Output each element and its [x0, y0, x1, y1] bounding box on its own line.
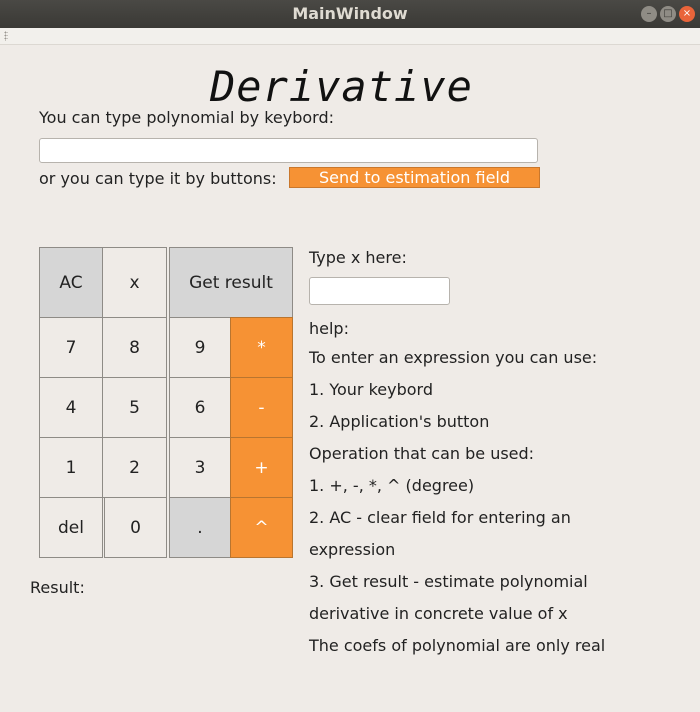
page-title: Derivative: [210, 62, 473, 111]
help-line: Operation that can be used:: [309, 444, 535, 463]
menu-bar: [0, 28, 700, 45]
maximize-icon[interactable]: □: [660, 6, 676, 22]
get-result-button[interactable]: Get result: [169, 247, 293, 318]
multiply-button[interactable]: *: [230, 317, 293, 378]
digit-6-button[interactable]: 6: [169, 377, 231, 438]
help-line: 3. Get result - estimate polynomial: [309, 572, 588, 591]
window-title: MainWindow: [292, 4, 408, 23]
digit-1-button[interactable]: 1: [39, 437, 103, 498]
plus-button[interactable]: +: [230, 437, 293, 498]
minimize-icon[interactable]: –: [641, 6, 657, 22]
send-to-estimation-button[interactable]: Send to estimation field: [289, 167, 540, 188]
digit-9-button[interactable]: 9: [169, 317, 231, 378]
x-value-input[interactable]: [309, 277, 450, 305]
help-line: To enter an expression you can use:: [309, 348, 598, 367]
help-line: 1. Your keybord: [309, 380, 433, 399]
title-bar: MainWindow: [0, 0, 700, 28]
help-title: help:: [309, 319, 349, 338]
help-line: expression: [309, 540, 396, 559]
toolbar-grip-icon[interactable]: [4, 31, 8, 41]
digit-0-button[interactable]: 0: [104, 497, 167, 558]
help-line: derivative in concrete value of x: [309, 604, 568, 623]
minus-button[interactable]: -: [230, 377, 293, 438]
digit-2-button[interactable]: 2: [102, 437, 167, 498]
digit-3-button[interactable]: 3: [169, 437, 231, 498]
digit-8-button[interactable]: 8: [102, 317, 167, 378]
help-line: The coefs of polynomial are only real: [309, 636, 606, 655]
help-line: 2. AC - clear field for entering an: [309, 508, 571, 527]
digit-7-button[interactable]: 7: [39, 317, 103, 378]
x-label: Type x here:: [309, 248, 407, 267]
polynomial-input[interactable]: [39, 138, 538, 163]
keyboard-label: You can type polynomial by keybord:: [39, 108, 334, 127]
x-button[interactable]: x: [102, 247, 167, 318]
buttons-label: or you can type it by buttons:: [39, 169, 277, 188]
close-icon[interactable]: ×: [679, 6, 695, 22]
result-label: Result:: [30, 578, 85, 597]
digit-4-button[interactable]: 4: [39, 377, 103, 438]
help-line: 2. Application's button: [309, 412, 490, 431]
power-button[interactable]: ^: [230, 497, 293, 558]
digit-5-button[interactable]: 5: [102, 377, 167, 438]
help-line: 1. +, -, *, ^ (degree): [309, 476, 475, 495]
dot-button[interactable]: .: [169, 497, 231, 558]
ac-button[interactable]: AC: [39, 247, 103, 318]
delete-button[interactable]: del: [39, 497, 103, 558]
